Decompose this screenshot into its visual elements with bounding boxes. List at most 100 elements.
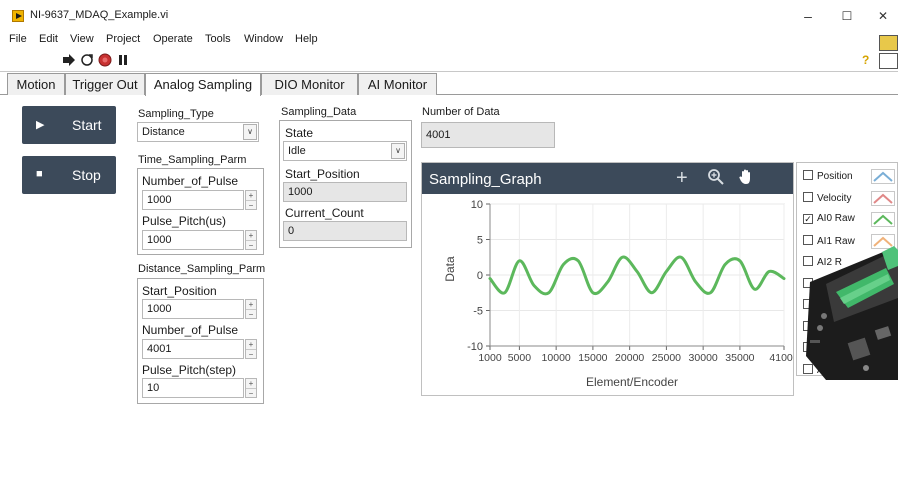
- time-pulse-pitch-input[interactable]: 1000: [142, 230, 244, 250]
- menu-tools[interactable]: Tools: [205, 33, 231, 45]
- legend-row[interactable]: Position: [803, 169, 895, 186]
- x-tick-label: 35000: [725, 352, 754, 364]
- distance-start-position-label: Start_Position: [142, 284, 217, 298]
- legend-swatch: [871, 212, 895, 227]
- state-chevron-down-icon: ∨: [391, 143, 405, 159]
- pan-hand-icon[interactable]: [737, 168, 755, 191]
- x-tick-label: 10000: [542, 352, 571, 364]
- y-tick-label: 5: [477, 235, 483, 247]
- time-pulse-pitch-stepper[interactable]: + −: [245, 230, 257, 250]
- graph-header: Sampling_Graph +: [422, 163, 793, 194]
- tab-motion[interactable]: Motion: [7, 73, 65, 95]
- checkbox-icon[interactable]: [803, 170, 813, 180]
- tab-analog-sampling[interactable]: Analog Sampling: [145, 73, 261, 96]
- x-tick-label: 41000: [769, 352, 793, 364]
- tab-dio-monitor[interactable]: DIO Monitor: [261, 73, 358, 95]
- stop-button-label: Stop: [72, 167, 101, 183]
- labview-vi-icon: [12, 10, 24, 22]
- zoom-icon[interactable]: [707, 168, 725, 191]
- maximize-button[interactable]: ☐: [832, 6, 862, 26]
- number-of-data-indicator: 4001: [421, 122, 555, 148]
- toolbar: ?: [0, 35, 898, 72]
- sampling-type-select[interactable]: Distance: [137, 122, 259, 142]
- x-tick-label: 15000: [578, 352, 607, 364]
- distance-sampling-label: Distance_Sampling_Parm: [138, 263, 266, 275]
- time-sampling-label: Time_Sampling_Parm: [138, 154, 247, 166]
- x-tick-label: 30000: [689, 352, 718, 364]
- distance-pulse-pitch-input[interactable]: 10: [142, 378, 244, 398]
- distance-num-pulse-label: Number_of_Pulse: [142, 323, 239, 337]
- tab-bar: Motion Trigger Out Analog Sampling DIO M…: [0, 73, 898, 96]
- stop-button[interactable]: ■ Stop: [22, 156, 116, 194]
- chevron-down-icon[interactable]: ∨: [243, 124, 257, 140]
- sampling-graph: Sampling_Graph + 10 5 0 -5 -10 1000 5000 10000 1…: [421, 162, 794, 396]
- start-button[interactable]: ▶ Start: [22, 106, 116, 144]
- y-tick-label: 10: [471, 199, 483, 211]
- menu-file[interactable]: File: [9, 33, 27, 45]
- legend-swatch: [871, 190, 895, 206]
- y-tick-label: 0: [477, 270, 483, 282]
- run-continuously-icon[interactable]: [80, 53, 94, 67]
- checkbox-icon[interactable]: [803, 234, 813, 245]
- current-count-indicator: 0: [283, 221, 407, 241]
- x-axis-label: Element/Encoder: [586, 375, 678, 389]
- time-pulse-pitch-label: Pulse_Pitch(us): [142, 214, 227, 228]
- tab-trigger-out[interactable]: Trigger Out: [65, 73, 145, 95]
- x-tick-label: 1000: [478, 352, 502, 364]
- legend-label: AI0 Raw: [817, 213, 855, 224]
- ni-module-photo: [806, 246, 898, 380]
- state-label: State: [285, 126, 314, 140]
- y-axis-label: Data: [443, 256, 457, 282]
- title-bar: NI-9637_MDAQ_Example.vi – ☐ ✕: [0, 0, 898, 32]
- start-button-label: Start: [72, 117, 102, 133]
- current-count-label: Current_Count: [285, 206, 364, 220]
- checkbox-checked-icon[interactable]: ✓: [803, 214, 813, 224]
- distance-pulse-pitch-stepper[interactable]: + −: [245, 378, 257, 398]
- legend-label: Velocity: [817, 192, 852, 204]
- stop-square-icon: ■: [36, 168, 43, 180]
- menu-operate[interactable]: Operate: [153, 33, 193, 45]
- time-num-pulse-input[interactable]: 1000: [142, 190, 244, 210]
- abort-icon[interactable]: [98, 53, 112, 67]
- legend-row[interactable]: Velocity: [803, 190, 895, 208]
- menu-window[interactable]: Window: [244, 33, 283, 45]
- pause-icon[interactable]: [116, 53, 130, 67]
- close-button[interactable]: ✕: [868, 6, 898, 26]
- context-help-icon[interactable]: ?: [862, 53, 874, 67]
- menu-edit[interactable]: Edit: [39, 33, 58, 45]
- current-start-position-indicator: 1000: [283, 182, 407, 202]
- distance-pulse-pitch-label: Pulse_Pitch(step): [142, 363, 237, 377]
- sampling-type-label: Sampling_Type: [138, 108, 214, 120]
- distance-num-pulse-stepper[interactable]: + −: [245, 339, 257, 359]
- distance-start-position-input[interactable]: 1000: [142, 299, 244, 319]
- cursor-crosshair-icon[interactable]: +: [676, 167, 688, 190]
- menu-view[interactable]: View: [70, 33, 94, 45]
- play-icon: ▶: [36, 119, 45, 131]
- window-title: NI-9637_MDAQ_Example.vi: [30, 9, 169, 21]
- menu-bar: File Edit View Project Operate Tools Win…: [0, 32, 898, 49]
- sampling-data-label: Sampling_Data: [281, 106, 357, 118]
- x-tick-label: 5000: [508, 352, 532, 364]
- x-tick-label: 20000: [615, 352, 644, 364]
- y-tick-label: -5: [473, 306, 483, 318]
- sampling-type-value: Distance: [142, 126, 185, 138]
- checkbox-icon[interactable]: [803, 191, 813, 202]
- menu-project[interactable]: Project: [106, 33, 140, 45]
- menu-help[interactable]: Help: [295, 33, 318, 45]
- distance-start-position-stepper[interactable]: + −: [245, 299, 257, 319]
- legend-swatch: [871, 169, 895, 184]
- run-arrow-icon[interactable]: [62, 53, 76, 67]
- state-indicator: Idle: [283, 141, 407, 161]
- minimize-button[interactable]: –: [793, 6, 823, 26]
- plot-area: 1050-5-101000 5000 10000 15000 20000 25000 300…: [443, 199, 793, 389]
- graph-title: Sampling_Graph: [429, 171, 542, 188]
- time-num-pulse-label: Number_of_Pulse: [142, 174, 239, 188]
- time-num-pulse-stepper[interactable]: + −: [245, 190, 257, 210]
- legend-row[interactable]: ✓ AI0 Raw: [803, 212, 895, 229]
- vi-icon-image: [879, 53, 898, 69]
- distance-num-pulse-input[interactable]: 4001: [142, 339, 244, 359]
- state-value: Idle: [288, 145, 306, 157]
- tab-ai-monitor[interactable]: AI Monitor: [358, 73, 437, 95]
- x-tick-label: 25000: [652, 352, 681, 364]
- number-of-data-label: Number of Data: [422, 106, 500, 118]
